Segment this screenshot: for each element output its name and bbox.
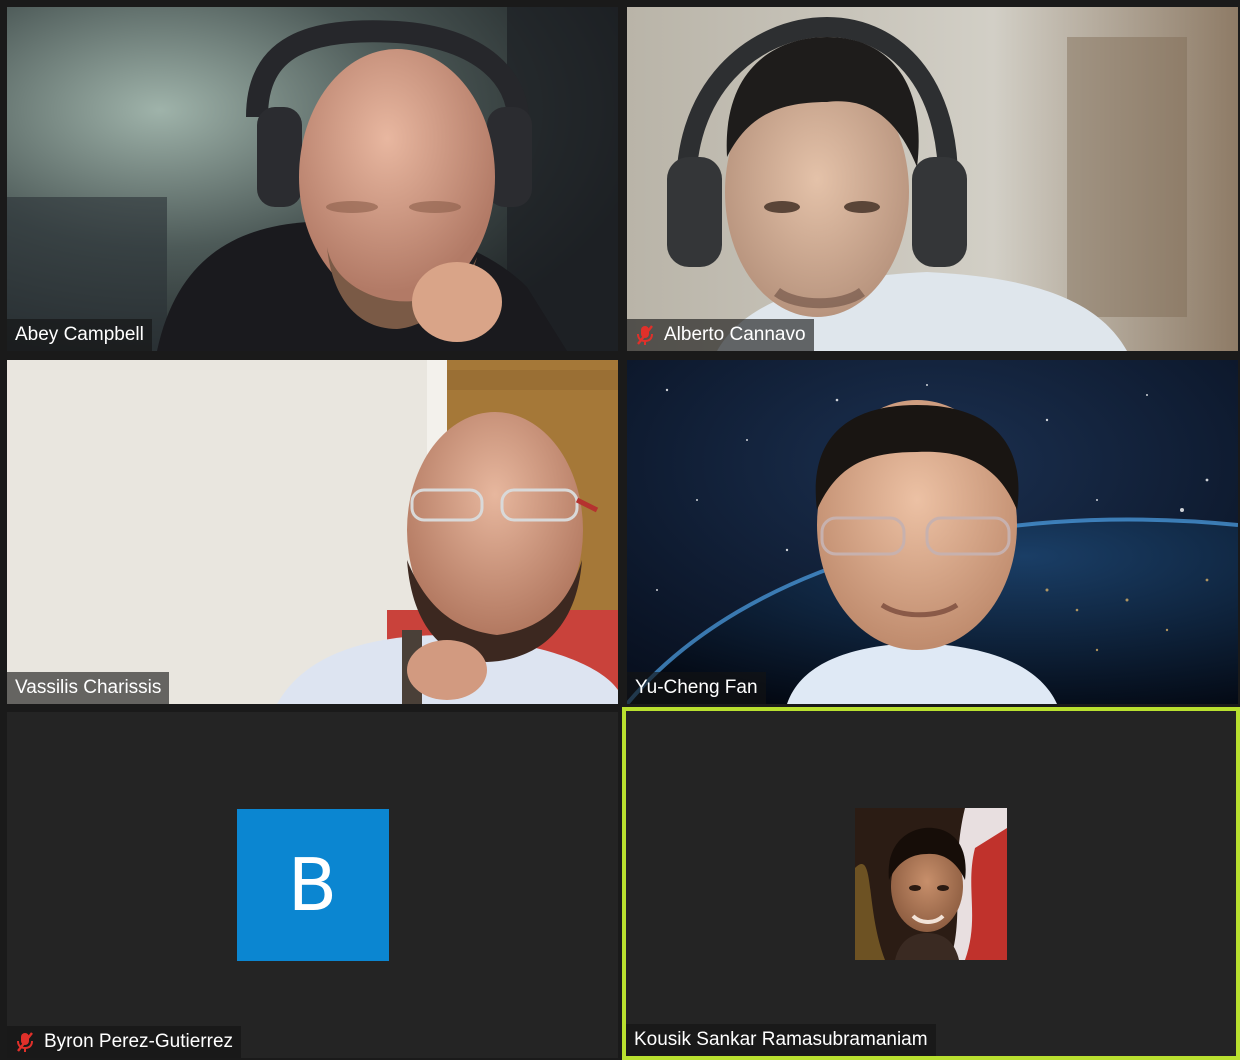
- participant-video: [7, 7, 618, 351]
- participant-name-tag: Yu-Cheng Fan: [627, 672, 766, 704]
- participant-name: Byron Perez-Gutierrez: [44, 1031, 234, 1052]
- participant-avatar: B: [236, 809, 389, 961]
- participant-name-tag: Alberto Cannavo: [627, 319, 814, 351]
- gallery-view: Abey Campbell Alberto Cannavo Vassilis C…: [0, 0, 1240, 1060]
- participant-name-tag: Abey Campbell: [7, 319, 152, 351]
- participant-tile-kousik-sankar-ramasubramaniam[interactable]: Kousik Sankar Ramasubramaniam: [622, 707, 1240, 1060]
- muted-microphone-icon: [17, 1032, 33, 1052]
- participant-video: [627, 7, 1238, 351]
- participant-tile-alberto-cannavo[interactable]: Alberto Cannavo: [627, 7, 1238, 351]
- participant-name: Abey Campbell: [15, 324, 144, 345]
- muted-microphone-icon: [637, 325, 653, 345]
- participant-name: Vassilis Charissis: [15, 677, 162, 698]
- participant-name-tag: Byron Perez-Gutierrez: [7, 1026, 242, 1058]
- participant-name-tag: Vassilis Charissis: [7, 672, 170, 704]
- participant-video: [7, 360, 618, 704]
- participant-name: Alberto Cannavo: [664, 324, 806, 345]
- participant-tile-byron-perez-gutierrez[interactable]: B Byron Perez-Gutierrez: [7, 712, 618, 1058]
- participant-tile-yu-cheng-fan[interactable]: Yu-Cheng Fan: [627, 360, 1238, 704]
- participant-name: Kousik Sankar Ramasubramaniam: [634, 1029, 928, 1050]
- profile-photo: [855, 807, 1007, 960]
- participant-name: Yu-Cheng Fan: [635, 677, 758, 698]
- participant-avatar: [855, 807, 1007, 960]
- participant-tile-vassilis-charissis[interactable]: Vassilis Charissis: [7, 360, 618, 704]
- participant-tile-abey-campbell[interactable]: Abey Campbell: [7, 7, 618, 351]
- participant-name-tag: Kousik Sankar Ramasubramaniam: [626, 1024, 936, 1056]
- participant-video: [627, 360, 1238, 704]
